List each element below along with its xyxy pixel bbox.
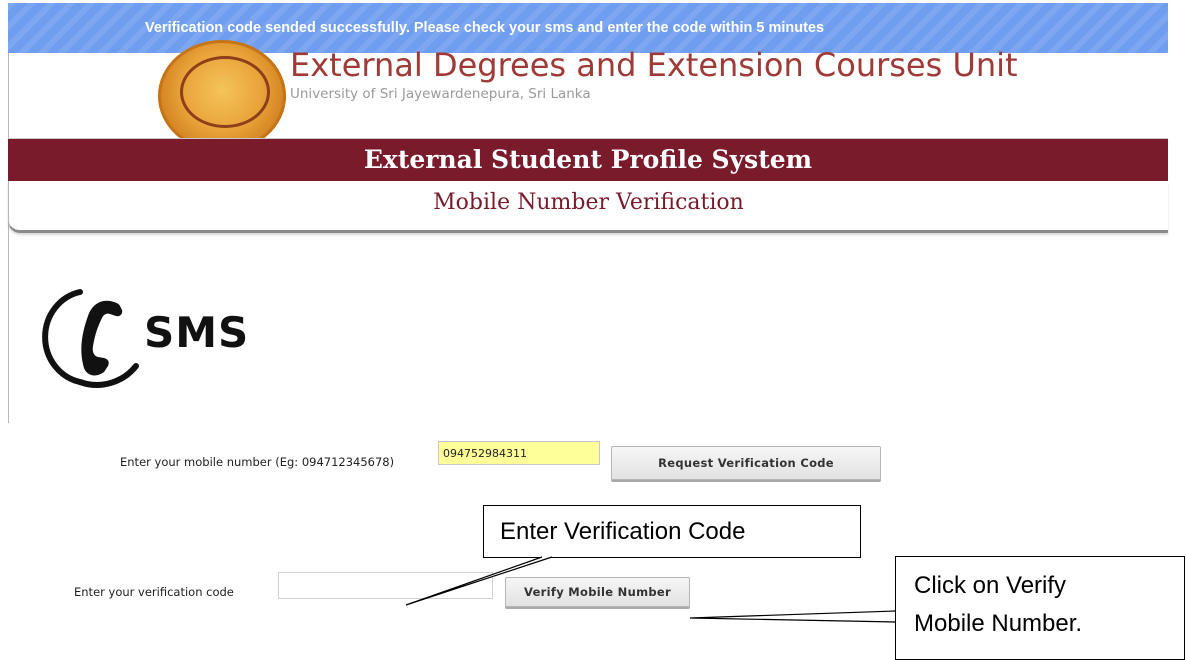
logo-emblem <box>180 56 270 128</box>
verification-code-input[interactable] <box>278 572 493 599</box>
page-title-panel: Mobile Number Verification <box>8 181 1168 233</box>
enter-code-callout: Enter Verification Code <box>483 505 861 558</box>
sms-label: SMS <box>144 308 250 357</box>
university-name: University of Sri Jayewardenepura, Sri L… <box>290 86 591 102</box>
sms-icon: SMS <box>40 282 248 392</box>
verification-code-label: Enter your verification code <box>74 585 234 599</box>
unit-title: External Degrees and Extension Courses U… <box>290 46 1018 84</box>
click-verify-callout-line1: Click on Verify <box>914 572 1067 599</box>
university-logo <box>158 40 286 152</box>
request-verification-code-button[interactable]: Request Verification Code <box>611 446 881 480</box>
mobile-number-label: Enter your mobile number (Eg: 0947123456… <box>120 455 395 469</box>
left-border-line <box>8 53 9 423</box>
notification-message: Verification code sended successfully. P… <box>145 20 825 36</box>
page-title: Mobile Number Verification <box>433 190 744 215</box>
click-verify-callout: Click on Verify Mobile Number. <box>895 556 1185 660</box>
system-title-bar: External Student Profile System <box>8 139 1168 181</box>
click-verify-callout-line2: Mobile Number. <box>914 610 1083 637</box>
enter-code-callout-text: Enter Verification Code <box>500 518 746 545</box>
system-title: External Student Profile System <box>363 145 813 174</box>
phone-handset-icon <box>42 289 139 388</box>
verify-mobile-number-button[interactable]: Verify Mobile Number <box>505 577 690 607</box>
mobile-number-input[interactable] <box>438 441 600 465</box>
verify-pointer <box>689 610 896 623</box>
